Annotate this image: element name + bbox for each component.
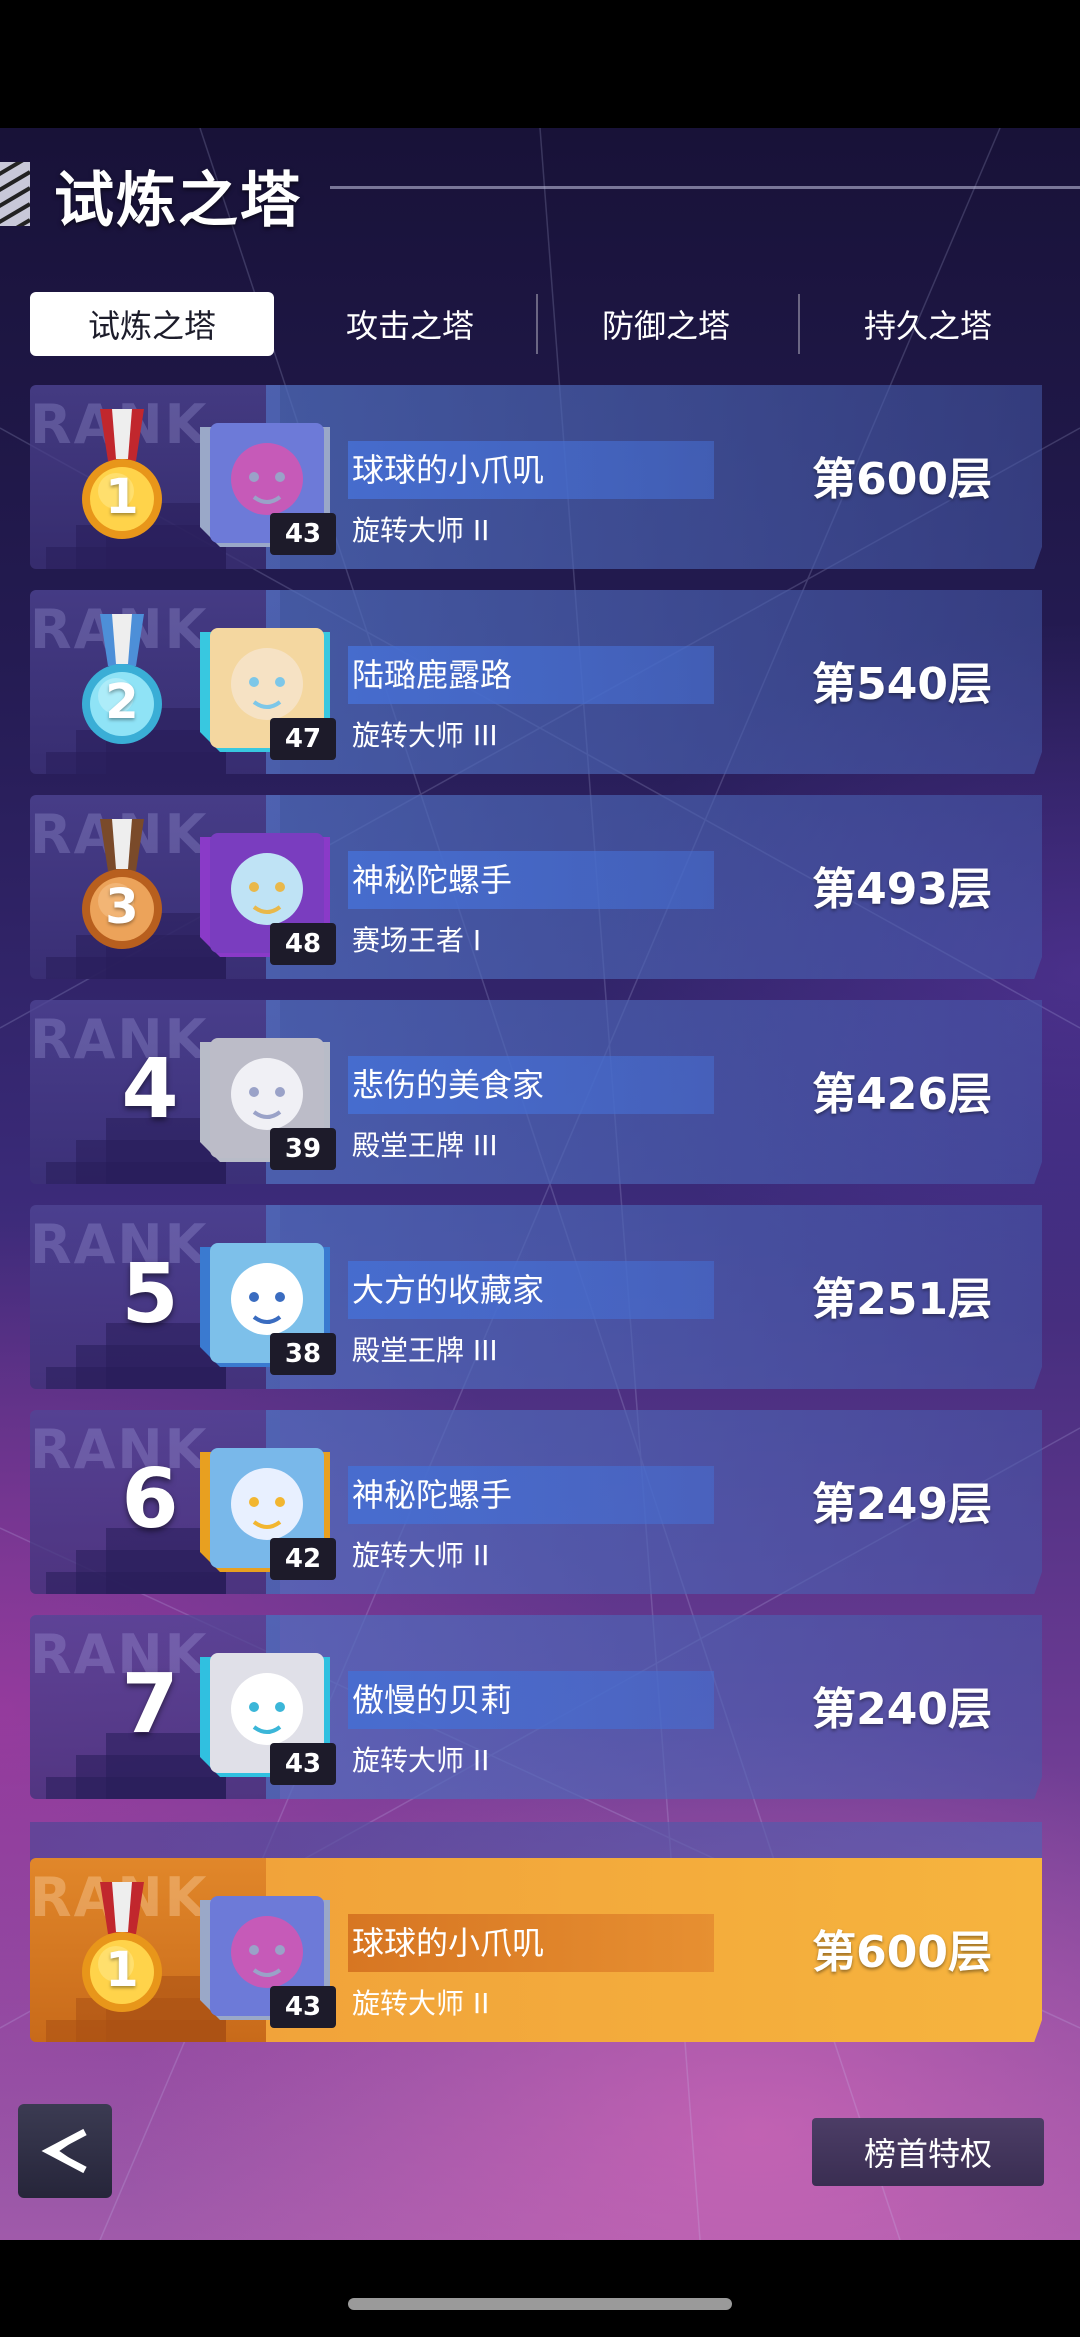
- rank-row[interactable]: RANK 2 47 陆璐鹿露路 旋转大师 III 第540层: [30, 590, 1042, 774]
- tab-defense-tower[interactable]: 防御之塔: [544, 292, 788, 356]
- rank-row[interactable]: RANK 3 48 神秘陀螺手 赛场王者 I 第493层: [30, 795, 1042, 979]
- tab-trial-tower[interactable]: 试炼之塔: [30, 292, 274, 356]
- top-rank-privilege-button[interactable]: 榜首特权: [812, 2118, 1044, 2186]
- medal-rank-number: 2: [105, 674, 139, 730]
- player-name: 陆璐鹿露路: [352, 656, 513, 694]
- player-title: 赛场王者 I: [352, 924, 482, 957]
- level-badge: 43: [270, 513, 336, 555]
- level-badge: 47: [270, 718, 336, 760]
- player-title: 旋转大师 III: [352, 719, 498, 752]
- tab-separator: [536, 294, 538, 354]
- player-title: 旋转大师 II: [352, 1539, 490, 1572]
- player-name: 神秘陀螺手: [352, 1476, 513, 1514]
- floor-reached: 第426层: [812, 1069, 992, 1120]
- player-name: 傲慢的贝莉: [352, 1681, 513, 1719]
- back-arrow-icon: [41, 2128, 87, 2174]
- tab-endurance-tower[interactable]: 持久之塔: [806, 292, 1050, 356]
- player-title: 殿堂王牌 III: [352, 1129, 498, 1162]
- medal-rank-number: 1: [105, 1942, 139, 1998]
- level-badge: 38: [270, 1333, 336, 1375]
- home-indicator[interactable]: [348, 2298, 732, 2310]
- rank-row[interactable]: RANK 5 38 大方的收藏家 殿堂王牌 III 第251层: [30, 1205, 1042, 1389]
- title-divider: [330, 186, 1080, 189]
- title-stripes-icon: [0, 162, 30, 226]
- tab-separator: [798, 294, 800, 354]
- level-badge: 43: [270, 1743, 336, 1785]
- rank-row[interactable]: RANK 4 39 悲伤的美食家 殿堂王牌 III 第426层: [30, 1000, 1042, 1184]
- page-title: 试炼之塔: [54, 166, 302, 236]
- floor-reached: 第600层: [812, 454, 992, 505]
- tower-tabs: 试炼之塔 攻击之塔 防御之塔 持久之塔: [30, 292, 1050, 356]
- rank-row[interactable]: RANK 1 43 球球的小爪叽 旋转大师 II 第600层: [30, 385, 1042, 569]
- floor-reached: 第240层: [812, 1684, 992, 1735]
- medal-rank-number: 1: [105, 469, 139, 525]
- silver-medal-icon: 2: [74, 614, 170, 754]
- level-badge: 42: [270, 1538, 336, 1580]
- level-badge: 43: [270, 1986, 336, 2028]
- player-name: 球球的小爪叽: [352, 1924, 545, 1962]
- floor-reached: 第249层: [812, 1479, 992, 1530]
- rank-row[interactable]: RANK 7 43 傲慢的贝莉 旋转大师 II 第240层: [30, 1615, 1042, 1799]
- player-title: 旋转大师 II: [352, 514, 490, 547]
- player-name: 大方的收藏家: [352, 1271, 545, 1309]
- floor-reached: 第251层: [812, 1274, 992, 1325]
- gold-medal-icon: 1: [74, 409, 170, 549]
- rank-row[interactable]: RANK 6 42 神秘陀螺手 旋转大师 II 第249层: [30, 1410, 1042, 1594]
- medal-rank-number: 3: [105, 879, 139, 935]
- level-badge: 48: [270, 923, 336, 965]
- gold-medal-icon: 1: [74, 1882, 170, 2022]
- player-name: 悲伤的美食家: [352, 1066, 545, 1104]
- bottom-bar: [0, 2240, 1080, 2337]
- floor-reached: 第493层: [812, 864, 992, 915]
- back-button[interactable]: [18, 2104, 112, 2198]
- player-name: 神秘陀螺手: [352, 861, 513, 899]
- tab-attack-tower[interactable]: 攻击之塔: [288, 292, 532, 356]
- level-badge: 39: [270, 1128, 336, 1170]
- player-name: 球球的小爪叽: [352, 451, 545, 489]
- rank-row-partial: [30, 1822, 1042, 1862]
- player-title: 旋转大师 II: [352, 1744, 490, 1777]
- player-title: 旋转大师 II: [352, 1987, 490, 2020]
- floor-reached: 第540层: [812, 659, 992, 710]
- my-rank-row[interactable]: RANK 1 43 球球的小爪叽 旋转大师 II 第600层: [30, 1858, 1042, 2042]
- player-title: 殿堂王牌 III: [352, 1334, 498, 1367]
- bronze-medal-icon: 3: [74, 819, 170, 959]
- floor-reached: 第600层: [812, 1927, 992, 1978]
